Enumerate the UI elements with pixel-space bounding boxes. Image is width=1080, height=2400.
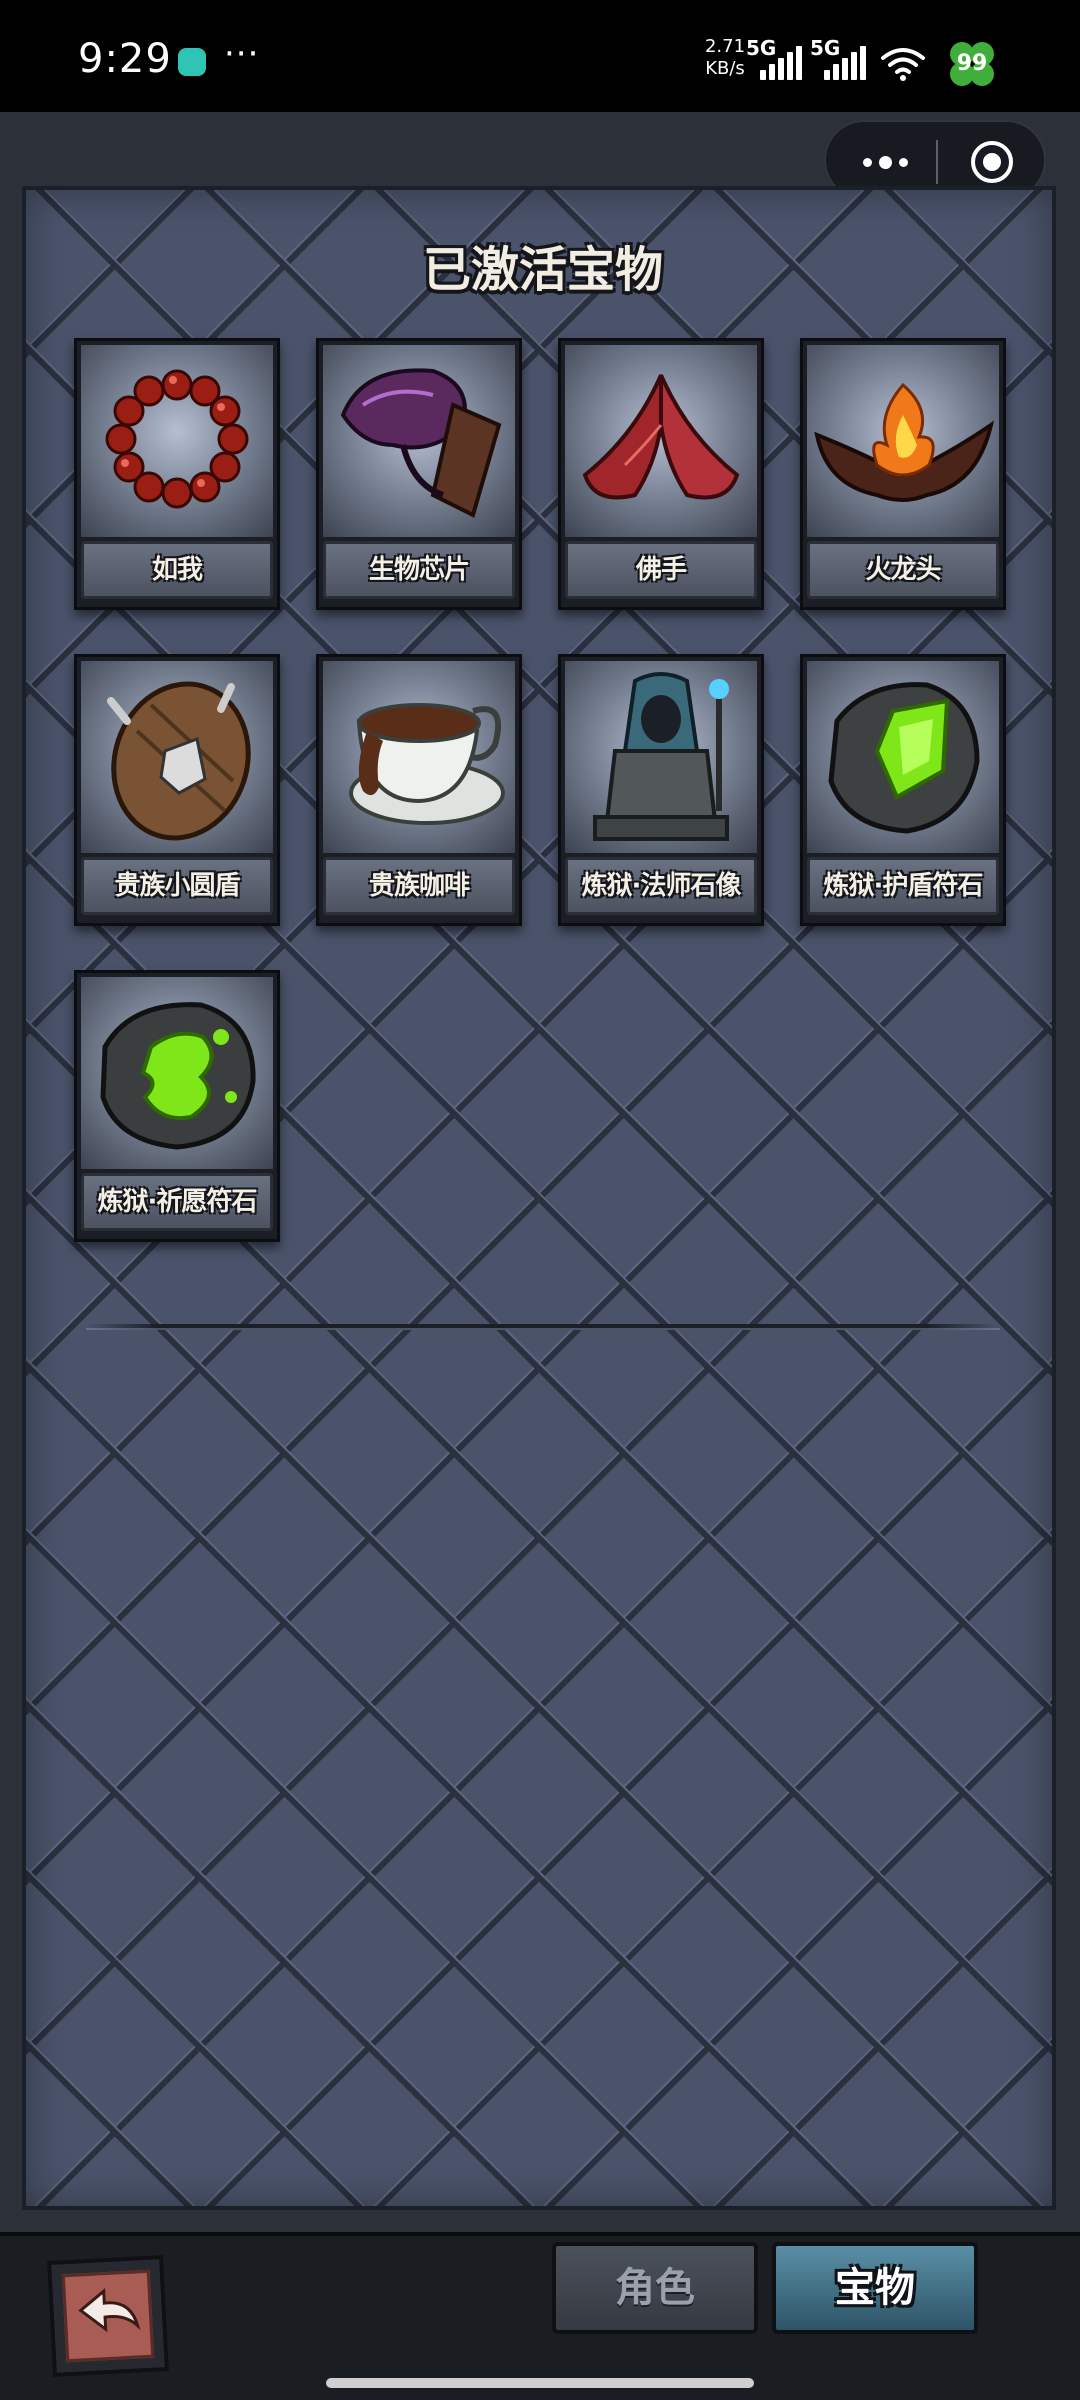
- signal-icon: [758, 44, 802, 80]
- mage-statue-icon: [593, 672, 729, 841]
- tab-role[interactable]: 角色: [552, 2242, 758, 2334]
- treasure-card[interactable]: 如我: [74, 338, 280, 610]
- battery-level: 99: [956, 51, 988, 76]
- treasure-name: 火龙头: [807, 541, 999, 599]
- status-time: 9:29: [78, 36, 172, 82]
- coffee-cup-icon: [349, 703, 505, 825]
- back-button[interactable]: [47, 2255, 169, 2377]
- network-speed: 2.71 KB/s: [700, 36, 750, 80]
- capsule-divider: [936, 140, 938, 184]
- treasure-name: 炼狱·护盾符石: [807, 857, 999, 915]
- round-shield-icon: [107, 681, 251, 841]
- status-more-icon: ···: [224, 34, 260, 74]
- fire-dragon-head-icon: [814, 382, 995, 502]
- treasure-name: 生物芯片: [323, 541, 515, 599]
- tab-treasure[interactable]: 宝物: [772, 2242, 978, 2334]
- treasure-card[interactable]: 炼狱·祈愿符石: [74, 970, 280, 1242]
- home-indicator[interactable]: [326, 2378, 754, 2388]
- treasure-card[interactable]: 贵族小圆盾: [74, 654, 280, 926]
- treasure-card[interactable]: 炼狱·护盾符石: [800, 654, 1006, 926]
- bio-chip-icon: [340, 368, 502, 518]
- treasure-name: 炼狱·法师石像: [565, 857, 757, 915]
- status-bar: 9:29 ··· 2.71 KB/s 5G 5G 99: [0, 0, 1080, 112]
- shield-rune-stone-icon: [828, 682, 980, 834]
- treasure-name: 贵族咖啡: [323, 857, 515, 915]
- treasure-panel: 已激活宝物 如我 生物芯片 佛手 火龙头 贵族小圆盾 贵族咖啡 炼狱·法师石像 …: [22, 186, 1056, 2210]
- network-speed-unit: KB/s: [705, 58, 745, 79]
- buddha-hand-icon: [582, 374, 740, 500]
- treasure-card[interactable]: 生物芯片: [316, 338, 522, 610]
- battery-clover-icon: 99: [946, 38, 998, 90]
- treasure-card[interactable]: 火龙头: [800, 338, 1006, 610]
- network-speed-value: 2.71: [704, 36, 746, 57]
- bottom-nav: 角色 宝物: [0, 2232, 1080, 2400]
- treasure-name: 如我: [81, 541, 273, 599]
- wifi-icon: [881, 48, 925, 81]
- signal-icon: [822, 44, 866, 80]
- section-divider: [86, 1324, 1000, 1330]
- page-title: 已激活宝物: [422, 242, 663, 298]
- prayer-beads-icon: [105, 369, 249, 509]
- wish-rune-stone-icon: [100, 1002, 256, 1150]
- app-notification-icon: [178, 48, 206, 76]
- treasure-card[interactable]: 炼狱·法师石像: [558, 654, 764, 926]
- treasure-card[interactable]: 佛手: [558, 338, 764, 610]
- treasure-name: 炼狱·祈愿符石: [81, 1173, 273, 1231]
- more-dots-icon[interactable]: [850, 138, 920, 186]
- treasure-name: 佛手: [565, 541, 757, 599]
- close-target-icon[interactable]: [968, 138, 1016, 186]
- treasure-card[interactable]: 贵族咖啡: [316, 654, 522, 926]
- back-arrow-icon: [78, 2288, 141, 2333]
- treasure-name: 贵族小圆盾: [81, 857, 273, 915]
